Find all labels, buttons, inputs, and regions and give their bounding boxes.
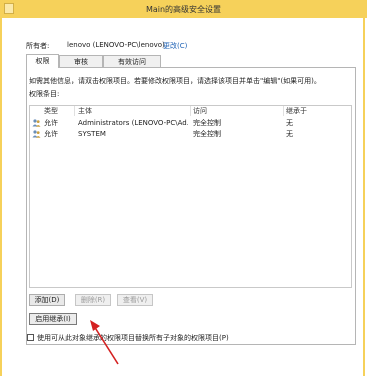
table-row[interactable]: 允许 Administrators (LENOVO-PC\Ad... 完全控制 … xyxy=(30,118,351,128)
principal-cell: SYSTEM xyxy=(78,130,106,138)
add-button[interactable]: 添加(D) xyxy=(29,294,65,306)
tab-effective-access[interactable]: 有效访问 xyxy=(103,55,161,67)
tab-permissions[interactable]: 权限 xyxy=(26,54,59,68)
column-header-access[interactable]: 访问 xyxy=(193,106,207,116)
permission-entries-label: 权限条目: xyxy=(29,90,60,98)
permission-entries-list[interactable]: 类型 主体 访问 继承于 允许 Administrators (LENOVO-P… xyxy=(29,105,352,288)
column-header-inherited[interactable]: 继承于 xyxy=(286,106,307,116)
owner-value: lenovo (LENOVO-PC\lenovo) xyxy=(67,41,165,49)
info-text: 如需其他信息，请双击权限项目。若要修改权限项目，请选择该项目并单击"编辑"(如果… xyxy=(29,77,321,85)
user-group-icon xyxy=(32,130,41,138)
type-cell: 允许 xyxy=(44,130,58,138)
inherited-cell: 无 xyxy=(286,119,293,127)
access-cell: 完全控制 xyxy=(193,119,221,127)
column-header-principal[interactable]: 主体 xyxy=(78,106,92,116)
window-title: Main的高级安全设置 xyxy=(145,5,222,14)
tab-auditing[interactable]: 审核 xyxy=(59,55,103,67)
inherited-cell: 无 xyxy=(286,130,293,138)
replace-child-permissions-checkbox[interactable] xyxy=(27,334,34,341)
replace-child-permissions-label: 使用可从此对象继承的权限项目替换所有子对象的权限项目(P) xyxy=(37,334,229,342)
table-row[interactable]: 允许 SYSTEM 完全控制 无 xyxy=(30,129,351,139)
view-button[interactable]: 查看(V) xyxy=(117,294,153,306)
column-divider[interactable] xyxy=(190,106,191,116)
change-owner-link[interactable]: 更改(C) xyxy=(163,41,187,51)
enable-inheritance-button[interactable]: 启用继承(I) xyxy=(29,313,77,325)
user-group-icon xyxy=(32,119,41,127)
type-cell: 允许 xyxy=(44,119,58,127)
column-header-type[interactable]: 类型 xyxy=(44,106,58,116)
principal-cell: Administrators (LENOVO-PC\Ad... xyxy=(78,119,188,127)
column-divider[interactable] xyxy=(74,106,75,116)
owner-label: 所有者: xyxy=(26,42,50,50)
annotation-arrow-icon xyxy=(90,320,119,365)
access-cell: 完全控制 xyxy=(193,130,221,138)
column-divider[interactable] xyxy=(283,106,284,116)
remove-button[interactable]: 删除(R) xyxy=(75,294,111,306)
